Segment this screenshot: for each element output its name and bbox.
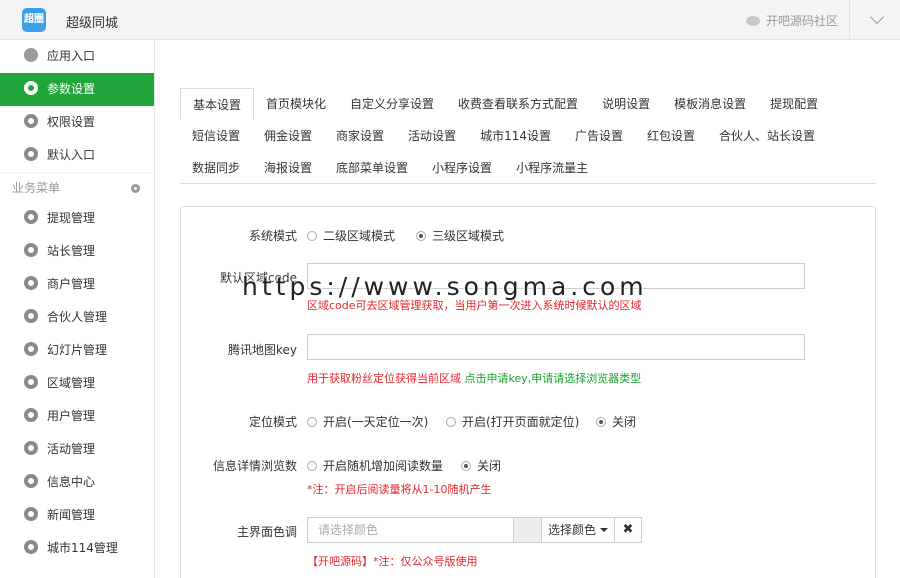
radio-dot-selected <box>596 417 606 427</box>
gear-icon <box>24 474 38 488</box>
settings-panel: 系统模式 二级区域模式 三级区域模式 默认区域code 区域code可去区域管理… <box>180 206 876 578</box>
sidebar-section-business: 业务菜单 <box>0 172 154 202</box>
radio-views-off[interactable]: 关闭 <box>461 457 501 474</box>
sidebar-item-region[interactable]: 区域管理 <box>0 367 154 400</box>
sidebar-item-info[interactable]: 信息中心 <box>0 466 154 499</box>
system-mode-label: 系统模式 <box>248 229 297 243</box>
tab-redpacket[interactable]: 红包设置 <box>635 120 707 152</box>
sidebar-item-activity[interactable]: 活动管理 <box>0 433 154 466</box>
default-area-hint: 区域code可去区域管理获取，当用户第一次进入系统时候默认的区域 <box>307 299 642 312</box>
radio-dot <box>307 461 317 471</box>
map-key-label: 腾讯地图key <box>227 343 297 357</box>
tab-ads[interactable]: 广告设置 <box>563 120 635 152</box>
sidebar-item-stationmaster[interactable]: 站长管理 <box>0 235 154 268</box>
sidebar-item-news[interactable]: 新闻管理 <box>0 499 154 532</box>
gear-icon <box>24 441 38 455</box>
gear-icon <box>24 276 38 290</box>
sidebar-item-users[interactable]: 用户管理 <box>0 400 154 433</box>
tab-commission[interactable]: 佣金设置 <box>252 120 324 152</box>
sidebar-item-default-entry[interactable]: 默认入口 <box>0 139 154 172</box>
radio-dot-selected <box>416 231 426 241</box>
gear-icon <box>24 342 38 356</box>
chevron-down-icon[interactable] <box>869 9 885 25</box>
radio-random-views[interactable]: 开启随机增加阅读数量 <box>307 457 443 474</box>
tab-sms[interactable]: 短信设置 <box>180 120 252 152</box>
tab-miniprogram[interactable]: 小程序设置 <box>420 152 504 184</box>
tab-description[interactable]: 说明设置 <box>590 88 662 120</box>
clear-color-button[interactable]: ✖ <box>614 517 642 543</box>
gear-icon <box>24 114 38 128</box>
tab-withdraw-config[interactable]: 提现配置 <box>758 88 830 120</box>
theme-color-hint: 【开吧源码】*注：仅公众号版使用 <box>307 555 478 568</box>
tab-home-modules[interactable]: 首页模块化 <box>254 88 338 120</box>
radio-two-level[interactable]: 二级区域模式 <box>307 227 395 244</box>
sidebar-item-slides[interactable]: 幻灯片管理 <box>0 334 154 367</box>
tab-data-sync[interactable]: 数据同步 <box>180 152 252 184</box>
apply-key-link[interactable]: 点击申请key,申请请选择浏览器类型 <box>465 372 642 385</box>
community-link[interactable]: 开吧源码社区 <box>745 12 838 29</box>
radio-locate-open[interactable]: 开启(打开页面就定位) <box>446 413 579 430</box>
sidebar-item-city114[interactable]: 城市114管理 <box>0 532 154 565</box>
map-key-input[interactable] <box>307 334 805 360</box>
radio-dot <box>446 417 456 427</box>
color-swatch <box>514 517 541 543</box>
locate-mode-label: 定位模式 <box>248 415 297 429</box>
tab-basic[interactable]: 基本设置 <box>180 88 255 120</box>
tab-activity[interactable]: 活动设置 <box>396 120 468 152</box>
app-title: 超级同城 <box>66 16 119 31</box>
tab-city114[interactable]: 城市114设置 <box>468 120 563 152</box>
tab-poster[interactable]: 海报设置 <box>252 152 324 184</box>
radio-dot-selected <box>461 461 471 471</box>
tab-contact-fee[interactable]: 收费查看联系方式配置 <box>446 88 590 120</box>
view-count-label: 信息详情浏览数 <box>212 459 297 473</box>
main-content: 基本设置 首页模块化 自定义分享设置 收费查看联系方式配置 说明设置 模板消息设… <box>158 40 900 578</box>
tab-share[interactable]: 自定义分享设置 <box>338 88 446 120</box>
sidebar-item-permissions[interactable]: 权限设置 <box>0 106 154 139</box>
tab-traffic[interactable]: 小程序流量主 <box>504 152 600 184</box>
sidebar-item-withdraw[interactable]: 提现管理 <box>0 202 154 235</box>
sidebar: 应用入口 参数设置 权限设置 默认入口 业务菜单 提现管理 站长管理 商户管理 … <box>0 40 155 578</box>
radio-three-level[interactable]: 三级区域模式 <box>416 227 504 244</box>
settings-tabs: 基本设置 首页模块化 自定义分享设置 收费查看联系方式配置 说明设置 模板消息设… <box>180 88 876 184</box>
gear-icon <box>24 147 38 161</box>
pick-color-button[interactable]: 选择颜色 <box>541 517 615 543</box>
gear-icon <box>24 540 38 554</box>
gear-icon <box>24 243 38 257</box>
gear-icon <box>24 309 38 323</box>
radio-dot <box>307 417 317 427</box>
tab-bottom-menu[interactable]: 底部菜单设置 <box>324 152 420 184</box>
gear-icon <box>24 507 38 521</box>
radio-locate-off[interactable]: 关闭 <box>596 413 636 430</box>
sidebar-item-partner[interactable]: 合伙人管理 <box>0 301 154 334</box>
tab-merchant[interactable]: 商家设置 <box>324 120 396 152</box>
view-count-hint: *注：开启后阅读量将从1-10随机产生 <box>307 483 492 496</box>
section-gear-icon[interactable] <box>131 184 140 193</box>
map-key-hint: 用于获取粉丝定位获得当前区域 点击申请key,申请请选择浏览器类型 <box>307 372 642 385</box>
header-divider <box>849 0 850 40</box>
sidebar-item-params[interactable]: 参数设置 <box>0 73 154 106</box>
default-area-input[interactable] <box>307 263 805 289</box>
theme-color-label: 主界面色调 <box>236 525 297 539</box>
wechat-icon <box>745 16 760 26</box>
default-area-label: 默认区域code <box>220 271 297 285</box>
caret-down-icon <box>600 528 608 532</box>
color-input[interactable]: 请选择颜色 <box>307 517 514 543</box>
gear-icon <box>24 210 38 224</box>
gear-icon <box>24 408 38 422</box>
sidebar-item-merchant[interactable]: 商户管理 <box>0 268 154 301</box>
radio-dot <box>307 231 317 241</box>
radio-locate-daily[interactable]: 开启(一天定位一次) <box>307 413 428 430</box>
gear-icon <box>24 81 38 95</box>
tab-template-msg[interactable]: 模板消息设置 <box>662 88 758 120</box>
tab-partner[interactable]: 合伙人、站长设置 <box>707 120 827 152</box>
app-logo: 超圈 <box>22 8 46 32</box>
sidebar-item-app-entry[interactable]: 应用入口 <box>0 40 154 73</box>
top-header: 超圈 超级同城 开吧源码社区 <box>0 0 900 40</box>
chat-icon <box>24 48 38 62</box>
gear-icon <box>24 375 38 389</box>
